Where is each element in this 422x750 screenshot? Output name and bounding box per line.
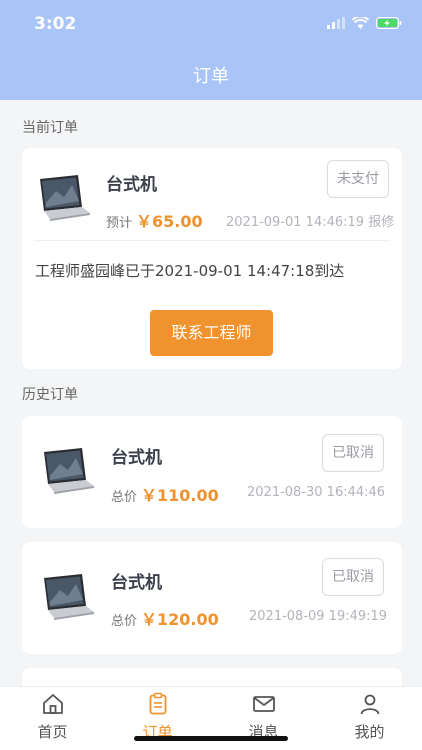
status-badge[interactable]: 已取消 <box>322 558 384 596</box>
tab-label: 我的 <box>354 723 385 741</box>
product-name: 台式机 <box>111 573 162 593</box>
status-bar: 3:02 <box>0 0 422 48</box>
status-time: 3:02 <box>34 14 77 34</box>
price-value: ￥120.00 <box>141 610 219 629</box>
status-badge[interactable]: 未支付 <box>327 160 389 198</box>
current-order-card[interactable]: 台式机 预计 ￥65.00 2021-09-01 14:46:19 报修 未支付… <box>22 148 402 369</box>
history-orders-label: 历史订单 <box>22 387 78 403</box>
order-type: 报修 <box>368 215 395 230</box>
history-order-card[interactable]: 台式机 总价 ￥110.00 2021-08-30 16:44:46 已取消 <box>22 416 402 528</box>
laptop-icon <box>40 175 90 221</box>
status-badge[interactable]: 已取消 <box>322 434 384 472</box>
card-divider <box>34 240 390 241</box>
order-date: 2021-09-01 14:46:19 <box>226 215 365 230</box>
price-row: 总价 ￥120.00 <box>111 606 219 630</box>
current-orders-label: 当前订单 <box>22 120 78 136</box>
product-name: 台式机 <box>106 175 157 195</box>
price-row: 总价 ￥110.00 <box>111 482 219 506</box>
status-icons <box>327 17 402 29</box>
price-label: 总价 <box>111 614 138 629</box>
tab-profile[interactable]: 我的 <box>317 687 422 750</box>
battery-charging-icon <box>376 17 402 29</box>
signal-icon <box>327 17 345 29</box>
mail-icon <box>252 696 275 712</box>
order-datetime: 2021-09-01 14:46:19 报修 <box>226 211 394 230</box>
price-value: ￥110.00 <box>141 486 219 505</box>
page-title: 订单 <box>193 66 229 87</box>
order-date: 2021-08-09 19:49:19 <box>249 609 388 624</box>
arrival-notice: 工程师盛园峰已于2021-09-01 14:47:18到达 <box>35 262 345 280</box>
price-label: 预计 <box>106 216 133 231</box>
price-value: ￥65.00 <box>136 212 203 231</box>
tab-label: 首页 <box>37 723 68 741</box>
price-label: 总价 <box>111 490 138 505</box>
profile-icon <box>360 694 379 715</box>
price-row: 预计 ￥65.00 <box>106 208 203 232</box>
home-indicator <box>134 736 288 741</box>
home-icon <box>42 694 63 714</box>
contact-engineer-button[interactable]: 联系工程师 <box>150 310 273 356</box>
order-date: 2021-08-30 16:44:46 <box>247 485 386 500</box>
product-name: 台式机 <box>111 448 162 468</box>
wifi-icon <box>352 17 369 29</box>
laptop-icon <box>44 574 94 620</box>
laptop-icon <box>44 448 94 494</box>
history-order-card[interactable]: 台式机 总价 ￥120.00 2021-08-09 19:49:19 已取消 <box>22 542 402 654</box>
orders-icon <box>149 692 166 715</box>
app-header: 3:02 订单 <box>0 0 422 100</box>
tab-home[interactable]: 首页 <box>0 687 105 750</box>
